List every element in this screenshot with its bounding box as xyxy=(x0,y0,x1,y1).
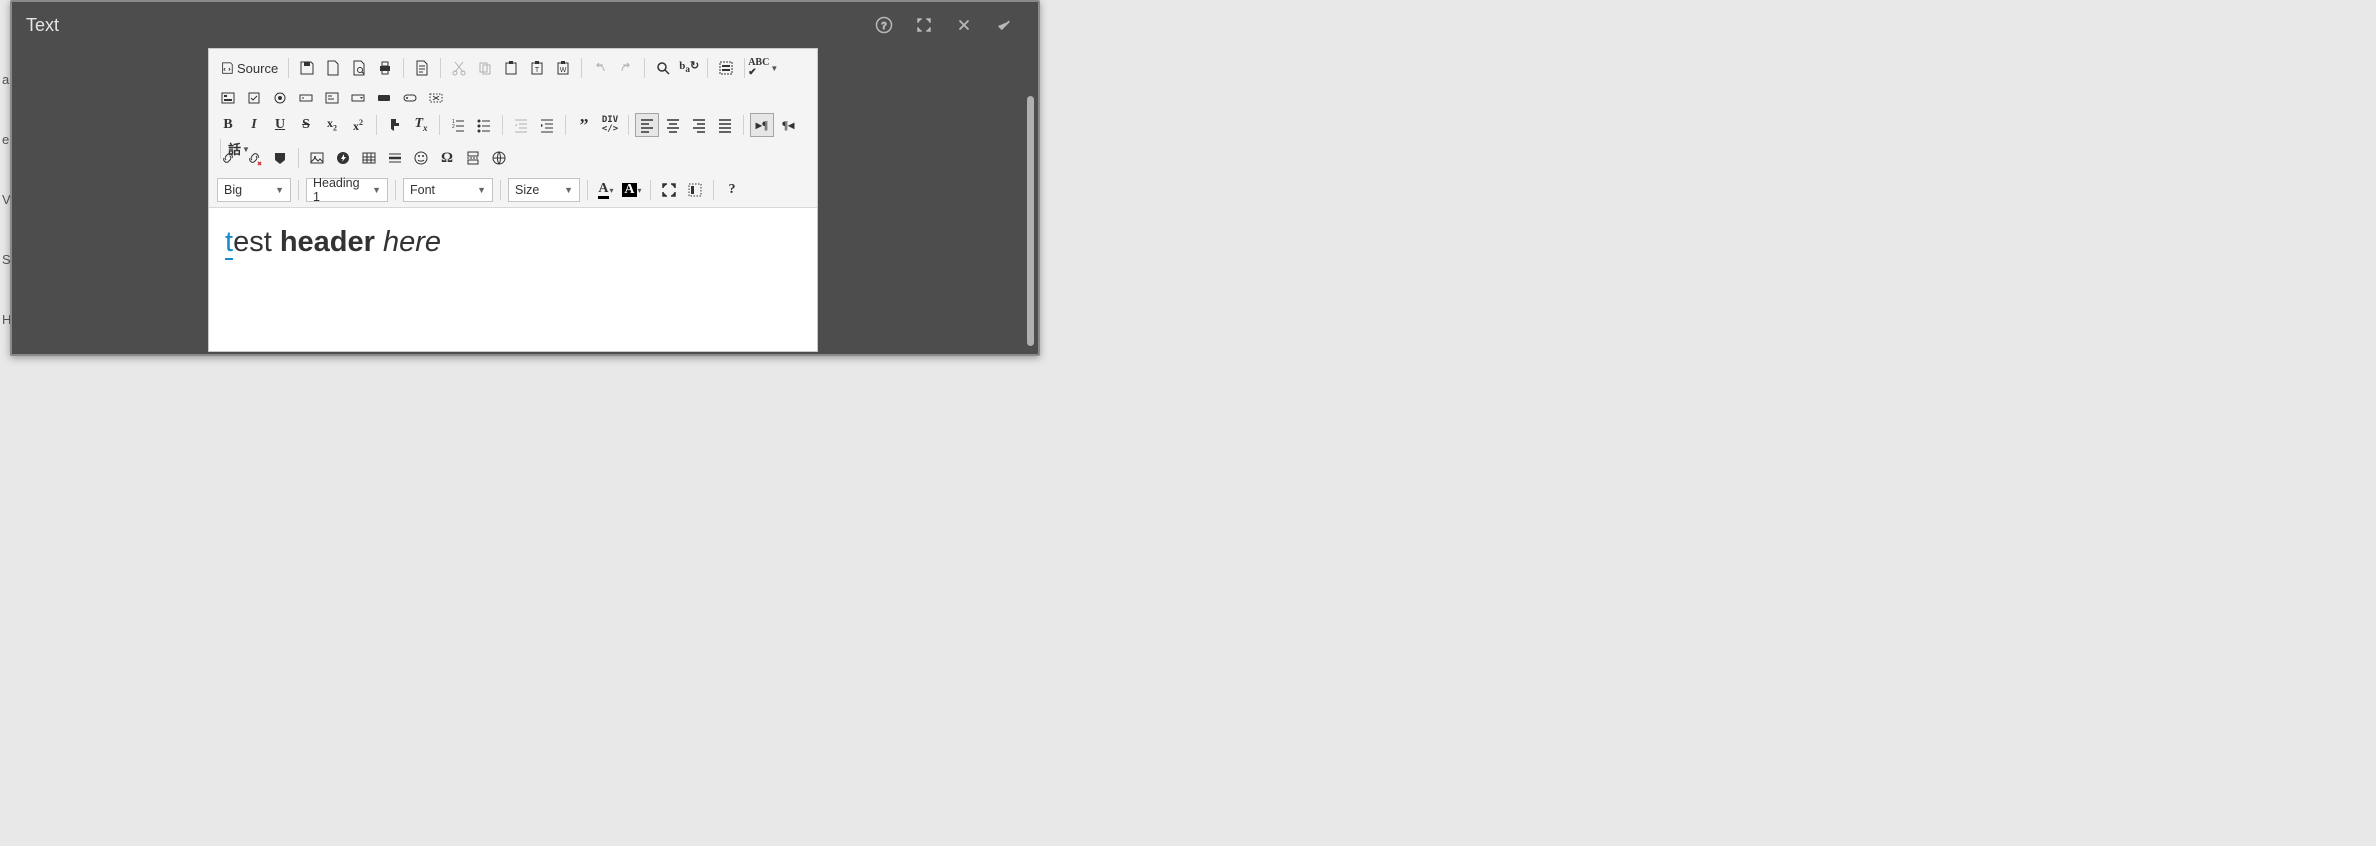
heading-line: test header here xyxy=(225,226,801,259)
table-icon[interactable] xyxy=(357,146,381,170)
text-plain: est xyxy=(233,226,280,258)
select-all-icon[interactable] xyxy=(714,56,738,80)
div-icon[interactable]: DIV</> xyxy=(598,113,622,137)
radio-icon[interactable] xyxy=(268,86,292,110)
link-icon[interactable] xyxy=(216,146,240,170)
size-combo[interactable]: Size▼ xyxy=(508,178,580,202)
fullscreen-button[interactable] xyxy=(904,5,944,45)
maximize-icon[interactable] xyxy=(657,178,681,202)
textarea-icon[interactable] xyxy=(320,86,344,110)
paste-word-icon[interactable]: W xyxy=(551,56,575,80)
text-editor-dialog: Text ? Source xyxy=(10,0,1040,356)
editor-host: Source T W xyxy=(12,48,1038,354)
copy-format-icon[interactable] xyxy=(383,113,407,137)
confirm-button[interactable] xyxy=(984,5,1024,45)
iframe-icon[interactable] xyxy=(487,146,511,170)
select-icon[interactable] xyxy=(346,86,370,110)
close-button[interactable] xyxy=(944,5,984,45)
text-underlined: t xyxy=(225,226,233,260)
bg-color-icon[interactable]: A▾ xyxy=(620,178,644,202)
cut-icon[interactable] xyxy=(447,56,471,80)
help-button[interactable]: ? xyxy=(864,5,904,45)
toolbar-row-2 xyxy=(215,83,811,113)
special-char-icon[interactable]: Ω xyxy=(435,146,459,170)
anchor-icon[interactable] xyxy=(268,146,292,170)
toolbar-row-3: B I U S x2 x2 Tx 12 ” xyxy=(215,113,811,143)
rtl-icon[interactable]: ¶◂ xyxy=(776,113,800,137)
undo-icon[interactable] xyxy=(588,56,612,80)
align-left-icon[interactable] xyxy=(635,113,659,137)
svg-text:T: T xyxy=(535,67,540,74)
format-combo[interactable]: Heading 1▼ xyxy=(306,178,388,202)
align-center-icon[interactable] xyxy=(661,113,685,137)
svg-text:W: W xyxy=(560,67,567,74)
toolbar-row-1: Source T W xyxy=(215,53,811,83)
redo-icon[interactable] xyxy=(614,56,638,80)
ckeditor: Source T W xyxy=(208,48,818,352)
text-bold: header xyxy=(280,226,375,258)
toolbar-row-4: Ω xyxy=(215,143,811,173)
dialog-title: Text xyxy=(26,15,864,36)
numbered-list-icon[interactable]: 12 xyxy=(446,113,470,137)
checkbox-icon[interactable] xyxy=(242,86,266,110)
hr-icon[interactable] xyxy=(383,146,407,170)
source-button[interactable]: Source xyxy=(216,56,282,80)
button-icon[interactable] xyxy=(372,86,396,110)
font-combo[interactable]: Font▼ xyxy=(403,178,493,202)
copy-icon[interactable] xyxy=(473,56,497,80)
show-blocks-icon[interactable] xyxy=(683,178,707,202)
form-icon[interactable] xyxy=(216,86,240,110)
about-icon[interactable]: ? xyxy=(720,178,744,202)
paste-icon[interactable] xyxy=(499,56,523,80)
blockquote-icon[interactable]: ” xyxy=(572,113,596,137)
find-icon[interactable] xyxy=(651,56,675,80)
toolbar: Source T W xyxy=(209,49,817,208)
dialog-header: Text ? xyxy=(12,2,1038,48)
indent-icon[interactable] xyxy=(535,113,559,137)
align-justify-icon[interactable] xyxy=(713,113,737,137)
spellcheck-icon[interactable]: ABC✔▼ xyxy=(751,56,775,80)
underline-icon[interactable]: U xyxy=(268,113,292,137)
superscript-icon[interactable]: x2 xyxy=(346,113,370,137)
styles-combo[interactable]: Big▼ xyxy=(217,178,291,202)
flash-icon[interactable] xyxy=(331,146,355,170)
templates-icon[interactable] xyxy=(410,56,434,80)
source-label: Source xyxy=(237,61,278,76)
pagebreak-icon[interactable] xyxy=(461,146,485,170)
replace-icon[interactable]: ba↻ xyxy=(677,56,701,80)
outdent-icon[interactable] xyxy=(509,113,533,137)
save-icon[interactable] xyxy=(295,56,319,80)
hidden-field-icon[interactable] xyxy=(424,86,448,110)
svg-text:2: 2 xyxy=(452,124,455,130)
align-right-icon[interactable] xyxy=(687,113,711,137)
image-button-icon[interactable] xyxy=(398,86,422,110)
print-icon[interactable] xyxy=(373,56,397,80)
editor-content[interactable]: test header here xyxy=(209,208,817,277)
svg-text:?: ? xyxy=(881,21,887,32)
smiley-icon[interactable] xyxy=(409,146,433,170)
italic-icon[interactable]: I xyxy=(242,113,266,137)
new-page-icon[interactable] xyxy=(321,56,345,80)
text-color-icon[interactable]: A▾ xyxy=(594,178,618,202)
strike-icon[interactable]: S xyxy=(294,113,318,137)
subscript-icon[interactable]: x2 xyxy=(320,113,344,137)
scrollbar-thumb[interactable] xyxy=(1027,96,1034,346)
bold-icon[interactable]: B xyxy=(216,113,240,137)
image-icon[interactable] xyxy=(305,146,329,170)
text-italic: here xyxy=(375,226,441,258)
remove-format-icon[interactable]: Tx xyxy=(409,113,433,137)
ltr-icon[interactable]: ▸¶ xyxy=(750,113,774,137)
unlink-icon[interactable] xyxy=(242,146,266,170)
preview-icon[interactable] xyxy=(347,56,371,80)
toolbar-row-5: Big▼ Heading 1▼ Font▼ Size▼ A▾ A▾ ? xyxy=(215,173,811,207)
paste-text-icon[interactable]: T xyxy=(525,56,549,80)
bullet-list-icon[interactable] xyxy=(472,113,496,137)
textfield-icon[interactable] xyxy=(294,86,318,110)
